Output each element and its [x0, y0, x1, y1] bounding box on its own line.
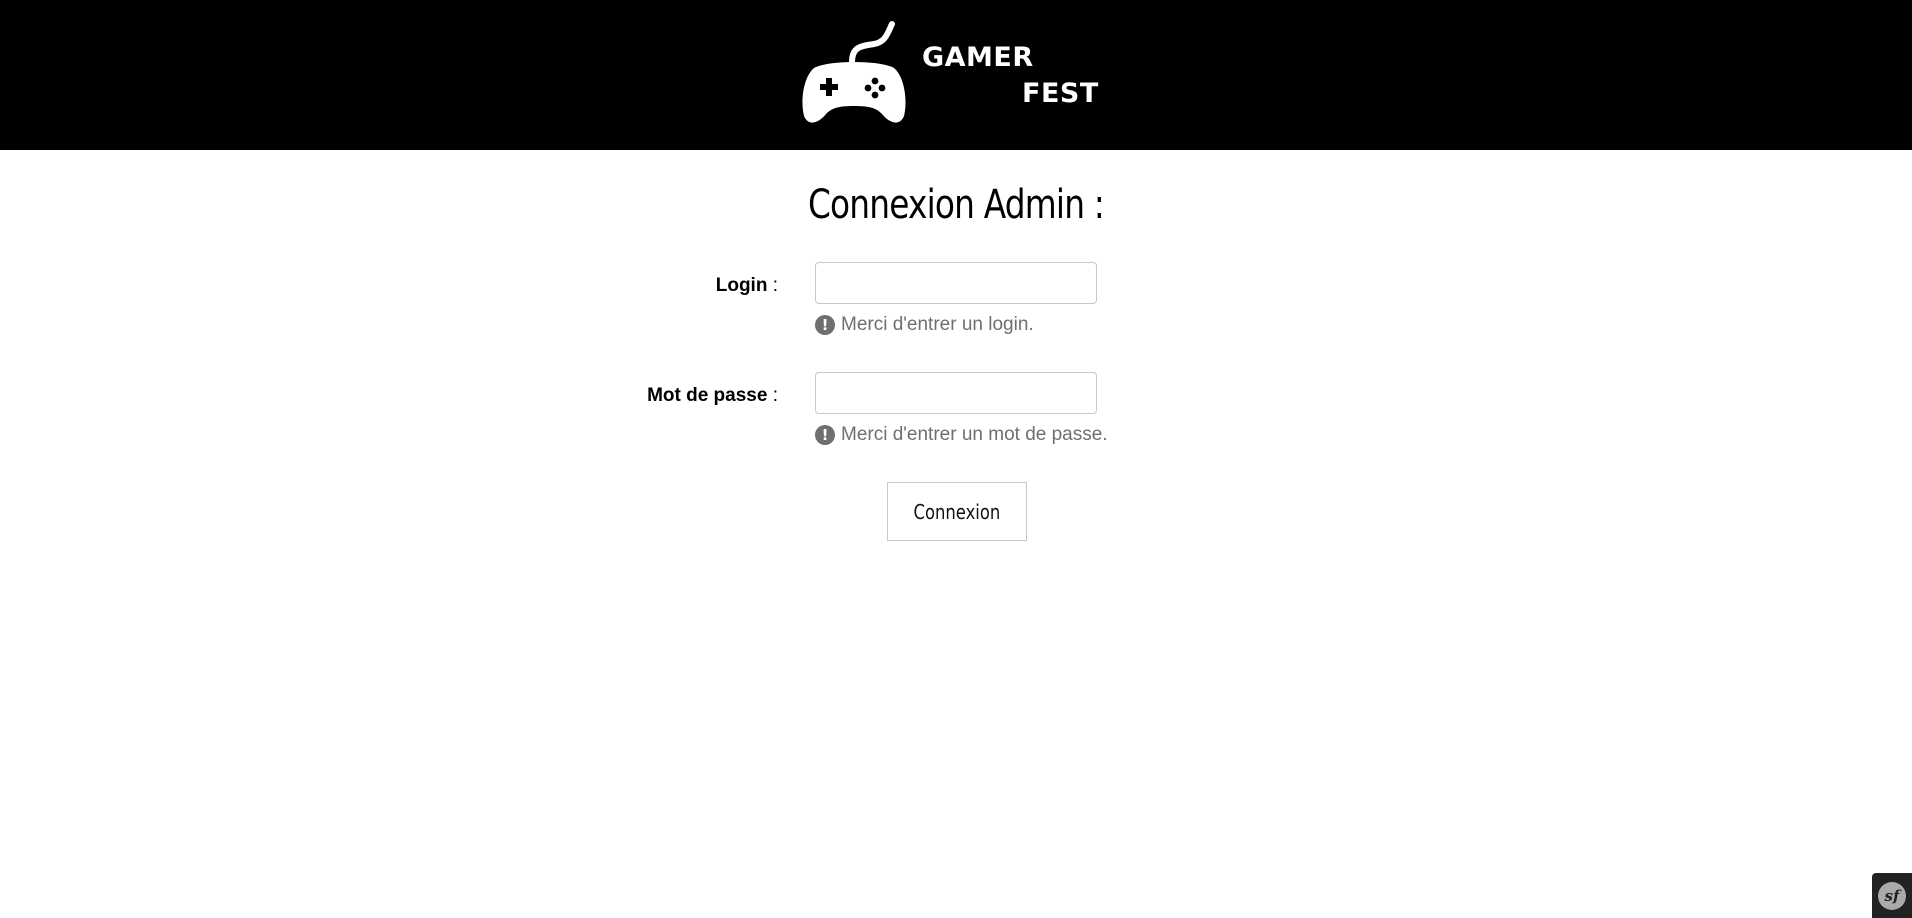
login-input[interactable]	[815, 262, 1097, 304]
logo-text-fest: FEST	[1022, 78, 1099, 109]
password-label-colon: :	[767, 385, 778, 406]
password-label: Mot de passe :	[647, 385, 778, 407]
exclamation-circle-icon: !	[815, 315, 835, 335]
login-hint: ! Merci d'entrer un login.	[815, 314, 1034, 336]
site-header: GAMER FEST	[0, 0, 1912, 150]
password-input[interactable]	[815, 372, 1097, 414]
password-hint: ! Merci d'entrer un mot de passe.	[815, 424, 1108, 446]
login-label-text: Login	[715, 275, 768, 296]
site-logo[interactable]: GAMER FEST	[800, 20, 1100, 125]
gamepad-icon	[802, 21, 906, 123]
connexion-button-label: Connexion	[913, 499, 1001, 524]
symfony-icon: sf	[1878, 882, 1906, 910]
login-label: Login :	[716, 275, 778, 297]
exclamation-circle-icon: !	[815, 425, 835, 445]
login-label-colon: :	[767, 275, 778, 296]
symfony-debug-toolbar[interactable]: sf	[1872, 873, 1912, 918]
logo-text-gamer: GAMER	[922, 42, 1034, 73]
password-hint-text: Merci d'entrer un mot de passe.	[841, 424, 1108, 445]
connexion-button[interactable]: Connexion	[887, 482, 1027, 541]
password-label-text: Mot de passe	[647, 385, 768, 406]
login-hint-text: Merci d'entrer un login.	[841, 314, 1034, 335]
page-title: Connexion Admin :	[807, 182, 1105, 228]
